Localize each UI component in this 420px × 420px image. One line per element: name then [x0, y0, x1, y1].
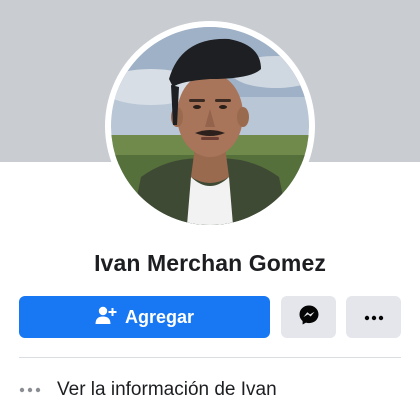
more-dots-icon	[19, 387, 43, 393]
profile-avatar[interactable]	[111, 27, 309, 225]
profile-name: Ivan Merchan Gomez	[94, 250, 326, 276]
message-button[interactable]	[281, 296, 336, 338]
divider	[19, 357, 401, 358]
messenger-icon	[298, 304, 320, 331]
add-friend-icon	[95, 305, 117, 330]
see-info-row[interactable]: Ver la información de Ivan	[19, 373, 277, 407]
see-info-label: Ver la información de Ivan	[57, 379, 277, 400]
add-friend-button[interactable]: Agregar	[19, 296, 270, 338]
profile-photo-icon	[111, 27, 309, 225]
add-friend-label: Agregar	[124, 306, 195, 327]
more-options-button[interactable]	[346, 296, 401, 338]
more-icon	[364, 308, 384, 326]
